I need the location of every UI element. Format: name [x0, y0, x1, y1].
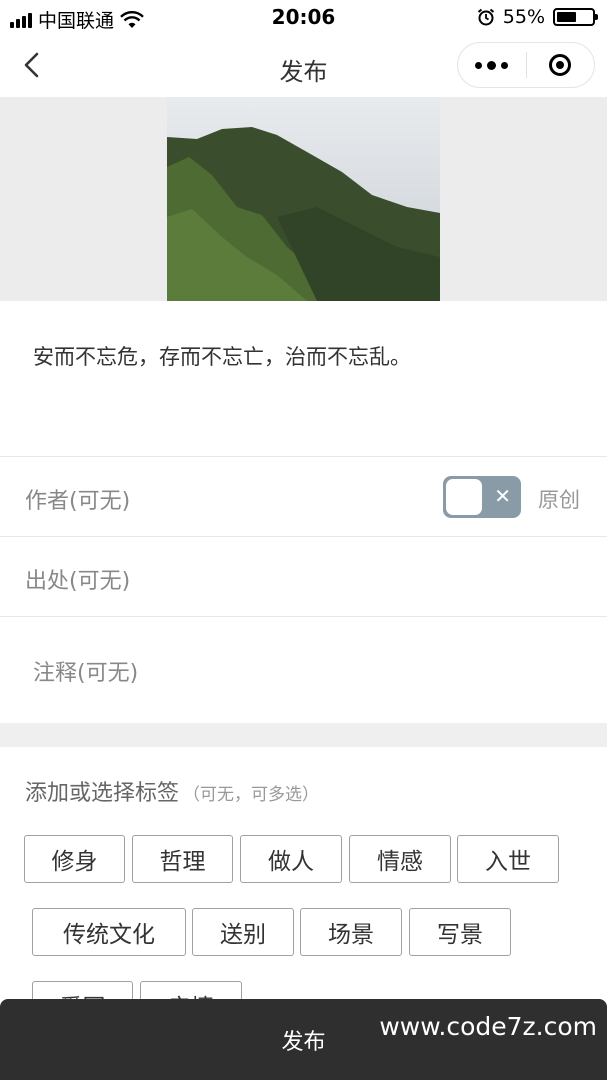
tags-section-title: 添加或选择标签 （可无，可多选） — [0, 747, 607, 831]
watermark-text: www.code7z.com — [379, 1012, 597, 1041]
mountain-photo[interactable] — [167, 97, 440, 301]
close-icon: ✕ — [494, 484, 511, 508]
battery-icon — [553, 8, 598, 26]
note-input[interactable]: 注释(可无) — [33, 655, 138, 687]
more-button[interactable] — [458, 43, 526, 87]
nav-bar: 发布 — [0, 34, 607, 97]
tag-chip[interactable]: 写景 — [409, 908, 511, 956]
tag-chip[interactable]: 哲理 — [132, 835, 233, 883]
tag-chip[interactable]: 传统文化 — [32, 908, 186, 956]
tag-chip[interactable]: 送别 — [192, 908, 294, 956]
more-dot-icon — [501, 61, 509, 69]
mini-program-capsule — [457, 42, 595, 88]
close-mini-program-button[interactable] — [527, 43, 595, 87]
section-divider — [0, 723, 607, 747]
photo-area — [0, 97, 607, 301]
tag-chip[interactable]: 场景 — [300, 908, 402, 956]
tag-chip[interactable]: 做人 — [240, 835, 342, 883]
author-row: 作者(可无) ✕ 原创 — [0, 457, 607, 537]
battery-group: 55% — [477, 6, 598, 28]
alarm-icon — [477, 8, 494, 26]
tags-title-text: 添加或选择标签 — [25, 781, 180, 806]
quote-content: 安而不忘危，存而不忘亡，治而不忘乱。 — [33, 345, 411, 369]
source-row: 出处(可无) — [0, 537, 607, 617]
battery-percent: 55% — [502, 6, 545, 28]
target-icon — [549, 54, 572, 76]
publish-label: 发布 — [281, 1029, 326, 1055]
status-bar: 中国联通 20:06 55% — [0, 0, 607, 34]
more-dot-icon — [475, 61, 483, 69]
original-toggle[interactable]: ✕ — [443, 476, 521, 518]
toggle-knob — [446, 479, 482, 515]
original-label: 原创 — [538, 488, 580, 512]
author-input[interactable]: 作者(可无) — [25, 483, 130, 515]
tag-chip[interactable]: 入世 — [457, 835, 559, 883]
tags-hint: （可无，可多选） — [183, 785, 320, 805]
quote-text[interactable]: 安而不忘危，存而不忘亡，治而不忘乱。 — [0, 301, 607, 457]
source-input[interactable]: 出处(可无) — [25, 563, 130, 595]
note-row: 注释(可无) — [0, 617, 607, 723]
tag-chip[interactable]: 修身 — [24, 835, 125, 883]
more-dot-icon — [487, 60, 497, 70]
tag-chip[interactable]: 情感 — [349, 835, 451, 883]
